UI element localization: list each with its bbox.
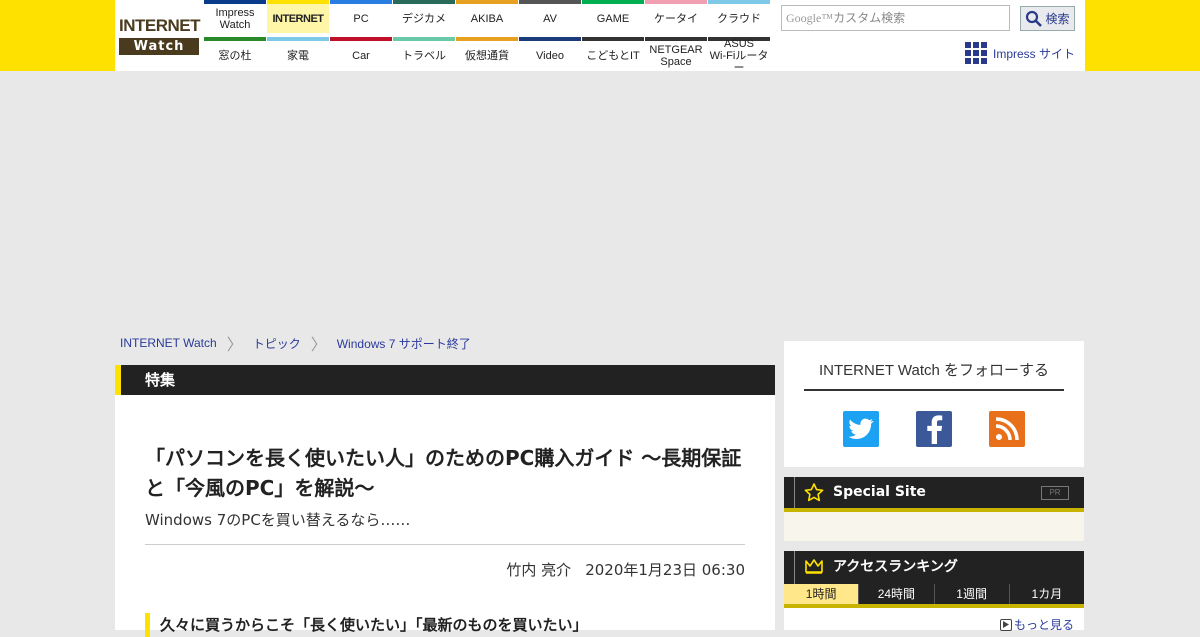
breadcrumb: INTERNET Watch 〉 トピック 〉 Windows 7 サポート終了	[120, 332, 471, 354]
section-stripe	[115, 365, 121, 395]
ranking-body: もっと見る	[784, 608, 1084, 633]
panel-rule	[794, 551, 795, 584]
nav-item-top-5[interactable]: AV	[519, 0, 581, 33]
tab-1month[interactable]: 1カ月	[1010, 584, 1084, 604]
search-input[interactable]: Google™カスタム検索	[781, 5, 1010, 31]
rss-icon[interactable]	[989, 411, 1025, 447]
tab-24hours[interactable]: 24時間	[859, 584, 935, 604]
nav-item-top-1[interactable]: INTERNET	[267, 0, 329, 33]
special-site-title: Special Site	[833, 484, 926, 500]
article-title: 「パソコンを長く使いたい人」のためのPC購入ガイド ～長期保証と「今風のPC」を…	[145, 446, 742, 500]
divider	[145, 544, 745, 545]
breadcrumb-home[interactable]: INTERNET Watch	[120, 336, 217, 350]
follow-title: INTERNET Watch をフォローする	[818, 362, 1050, 379]
star-icon	[804, 483, 824, 502]
google-label: Google™	[786, 11, 834, 25]
article-heading: 久々に買うからこそ「長く使いたい」「最新のものを買いたい」	[145, 613, 745, 637]
search-placeholder: カスタム検索	[833, 11, 906, 25]
section-title: 特集	[145, 371, 176, 389]
nav-item-bottom-7[interactable]: NETGEAR Space	[645, 37, 707, 70]
more-link[interactable]: もっと見る	[999, 616, 1074, 633]
byline: 竹内 亮介 2020年1月23日 06:30	[145, 559, 745, 580]
facebook-icon[interactable]	[916, 411, 952, 447]
search-button[interactable]: 検索	[1020, 6, 1075, 31]
special-site-header: Special Site PR	[784, 477, 1084, 512]
article-subtitle: Windows 7のPCを買い替えるなら……	[145, 511, 411, 529]
impress-site-link[interactable]: Impress サイト	[965, 42, 1077, 64]
play-icon	[999, 618, 1012, 631]
chevron-right-icon: 〉	[226, 337, 243, 354]
crown-icon	[805, 559, 823, 574]
site-logo[interactable]: INTERNET Watch	[119, 16, 201, 56]
follow-box: INTERNET Watch をフォローする	[784, 341, 1084, 467]
nav-item-bottom-5[interactable]: Video	[519, 37, 581, 70]
twitter-icon[interactable]	[843, 411, 879, 447]
publish-date: 2020年1月23日 06:30	[585, 561, 745, 579]
search-button-label: 検索	[1045, 12, 1070, 26]
site-nav: Impress Watch INTERNET PC デジカメ AKIBA AV GAME ケー…	[204, 0, 771, 74]
ranking-title: アクセスランキング	[833, 559, 958, 575]
article-main: 特集 「パソコンを長く使いたい人」のためのPC購入ガイド ～長期保証と「今風のP…	[115, 365, 775, 637]
nav-item-top-6[interactable]: GAME	[582, 0, 644, 33]
nav-item-top-8[interactable]: クラウド	[708, 0, 770, 33]
nav-item-top-7[interactable]: ケータイ	[645, 0, 707, 33]
nav-item-bottom-4[interactable]: 仮想通貨	[456, 37, 518, 70]
nav-item-top-4[interactable]: AKIBA	[456, 0, 518, 33]
author: 竹内 亮介	[506, 561, 572, 579]
nav-item-bottom-3[interactable]: トラベル	[393, 37, 455, 70]
pr-badge: PR	[1041, 486, 1069, 500]
nav-item-bottom-8[interactable]: ASUS Wi-Fiルーター	[708, 37, 770, 74]
panel-rule	[794, 477, 795, 508]
nav-item-bottom-1[interactable]: 家電	[267, 37, 329, 70]
ranking-tabs: 1時間 24時間 1週間 1カ月	[784, 584, 1084, 604]
breadcrumb-topic[interactable]: トピック	[253, 335, 301, 352]
nav-item-top-2[interactable]: PC	[330, 0, 392, 33]
ranking-header: アクセスランキング	[784, 551, 1084, 584]
nav-item-bottom-0[interactable]: 窓の杜	[204, 37, 266, 70]
nav-item-top-3[interactable]: デジカメ	[393, 0, 455, 33]
breadcrumb-current[interactable]: Windows 7 サポート終了	[337, 335, 471, 352]
more-label: もっと見る	[1013, 618, 1074, 632]
chevron-right-icon: 〉	[310, 337, 327, 354]
grid-icon	[965, 42, 987, 64]
logo-line1: INTERNET	[119, 16, 201, 35]
nav-item-bottom-6[interactable]: こどもとIT	[582, 37, 644, 70]
section-bar: 特集	[115, 365, 775, 395]
nav-item-bottom-2[interactable]: Car	[330, 37, 392, 70]
nav-item-top-0[interactable]: Impress Watch	[204, 0, 266, 33]
search-icon	[1026, 10, 1043, 27]
impress-site-label: Impress サイト	[993, 46, 1076, 61]
tab-1week[interactable]: 1週間	[935, 584, 1010, 604]
tab-1hour[interactable]: 1時間	[784, 584, 860, 604]
logo-line2: Watch	[119, 38, 199, 55]
special-site-body	[784, 512, 1084, 541]
follow-underline	[804, 389, 1064, 391]
